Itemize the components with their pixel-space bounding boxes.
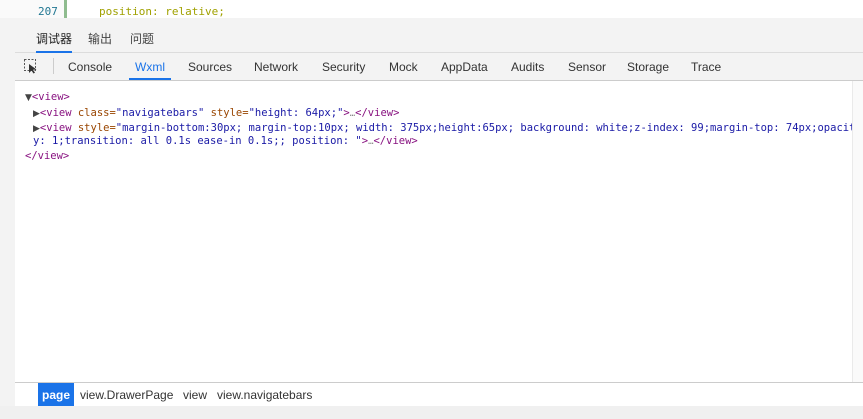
vertical-scrollbar[interactable] <box>852 81 863 382</box>
tab-network[interactable]: Network <box>254 60 298 74</box>
tree-node-root[interactable]: ▼<view> <box>25 91 857 105</box>
tag-open: <view> <box>31 91 70 103</box>
editor-gutter: 207 <box>0 0 64 18</box>
tab-sensor[interactable]: Sensor <box>568 60 606 74</box>
collapsed-arrow-icon[interactable]: ▶ <box>33 124 40 134</box>
tab-appdata[interactable]: AppData <box>441 60 488 74</box>
breadcrumb-item-drawerpage[interactable]: view.DrawerPage <box>80 388 173 402</box>
tab-wxml[interactable]: Wxml <box>129 60 171 80</box>
status-strip <box>0 406 863 419</box>
tag-open: <view <box>39 106 72 119</box>
tab-debugger[interactable]: 调试器 <box>36 30 73 53</box>
breadcrumb-item-page[interactable]: page <box>38 383 75 407</box>
tab-mock[interactable]: Mock <box>389 60 418 74</box>
tab-sources[interactable]: Sources <box>188 60 232 74</box>
tree-node-navigatebars[interactable]: ▶<view class="navigatebars" style="heigh… <box>25 106 857 121</box>
tree-node-root-close[interactable]: </view> <box>25 150 857 163</box>
expanded-arrow-icon[interactable]: ▼ <box>25 93 32 103</box>
tree-node-styled-view[interactable]: ▶<view style="margin-bottom:30px; margin… <box>25 122 857 148</box>
tab-problems[interactable]: 问题 <box>130 30 154 47</box>
tag-close: </view> <box>25 150 70 162</box>
attr-value: "margin-bottom:30px; margin-top:10px; wi… <box>33 122 856 147</box>
left-edge <box>0 18 15 406</box>
wxml-tree: ▼<view> ▶<view class="navigatebars" styl… <box>25 91 857 163</box>
attr-name: class= <box>77 106 116 119</box>
attr-name: style= <box>210 106 249 119</box>
attr-name: style= <box>77 122 116 134</box>
panel-tab-bar: 调试器 输出 问题 <box>15 18 863 53</box>
tab-security[interactable]: Security <box>322 60 365 74</box>
tab-trace[interactable]: Trace <box>691 60 721 74</box>
wxml-tree-panel: ▼<view> ▶<view class="navigatebars" styl… <box>15 81 861 382</box>
line-number: 207 <box>38 5 58 18</box>
tag-close: </view> <box>355 106 400 119</box>
breadcrumb-item-navigatebars[interactable]: view.navigatebars <box>217 388 312 402</box>
tab-storage[interactable]: Storage <box>627 60 669 74</box>
tag-close: </view> <box>373 134 418 147</box>
inspect-pointer-icon[interactable] <box>23 58 39 74</box>
code-line[interactable]: position: relative; <box>99 5 225 18</box>
devtools-toolbar: Console Wxml Sources Network Security Mo… <box>15 53 863 81</box>
breadcrumb-item-view[interactable]: view <box>183 388 207 402</box>
collapsed-arrow-icon[interactable]: ▶ <box>33 109 40 119</box>
tab-console[interactable]: Console <box>68 60 112 74</box>
breadcrumb: page view.DrawerPage view view.navigateb… <box>15 382 863 407</box>
toolbar-separator <box>53 58 54 74</box>
tab-output[interactable]: 输出 <box>88 30 112 47</box>
editor-code-strip: 207 position: relative; <box>0 0 863 18</box>
tab-audits[interactable]: Audits <box>511 60 544 74</box>
line-change-marker <box>64 0 67 18</box>
tag-open: <view <box>39 122 72 134</box>
attr-value: "height: 64px;" <box>248 106 344 119</box>
attr-value: "navigatebars" <box>115 106 205 119</box>
